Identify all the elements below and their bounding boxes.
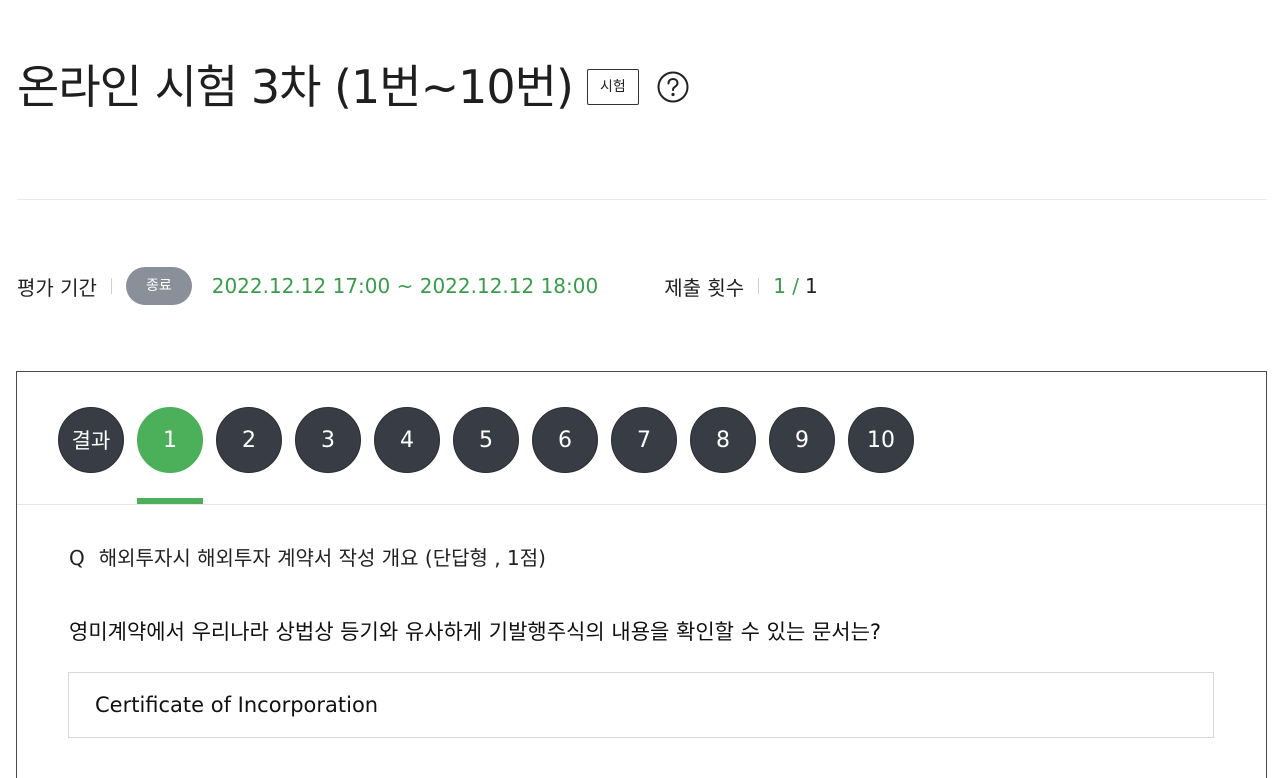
separator (758, 278, 760, 294)
period-label: 평가 기간 (17, 275, 97, 300)
answer-field[interactable]: Certificate of Incorporation (68, 672, 1214, 738)
question-title: Q 해외투자시 해외투자 계약서 작성 개요 (단답형 , 1점) (69, 542, 546, 571)
tab-question-9[interactable]: 9 (769, 407, 835, 473)
tab-question-7[interactable]: 7 (611, 407, 677, 473)
question-panel: 결과 1 2 3 4 5 6 7 8 9 10 Q 해외투자시 해외투자 계약서 … (16, 371, 1267, 778)
page-header: 온라인 시험 3차 (1번~10번) 시험 (17, 52, 689, 122)
tab-question-3[interactable]: 3 (295, 407, 361, 473)
submit-count-label: 제출 횟수 (664, 275, 745, 300)
tab-question-5[interactable]: 5 (453, 407, 519, 473)
question-circle-icon[interactable] (657, 71, 689, 103)
header-divider (17, 199, 1267, 200)
status-badge: 종료 (125, 267, 192, 305)
tab-question-2[interactable]: 2 (216, 407, 282, 473)
active-tab-indicator (137, 498, 203, 504)
tab-question-4[interactable]: 4 (374, 407, 440, 473)
tab-question-1[interactable]: 1 (137, 407, 203, 473)
separator (110, 278, 112, 294)
question-prefix: Q (69, 546, 85, 570)
tab-result[interactable]: 결과 (58, 407, 124, 473)
submit-count-current: 1 / (773, 274, 800, 298)
exam-type-badge: 시험 (586, 69, 639, 105)
question-tabs: 결과 1 2 3 4 5 6 7 8 9 10 (17, 372, 1266, 505)
tab-question-6[interactable]: 6 (532, 407, 598, 473)
question-title-text: 해외투자시 해외투자 계약서 작성 개요 (단답형 , 1점) (98, 546, 546, 570)
question-body: 영미계약에서 우리나라 상법상 등기와 유사하게 기발행주식의 내용을 확인할 … (69, 620, 882, 644)
tab-question-8[interactable]: 8 (690, 407, 756, 473)
submit-count-total: 1 (805, 274, 818, 298)
tab-question-10[interactable]: 10 (848, 407, 914, 473)
answer-text: Certificate of Incorporation (95, 693, 379, 717)
exam-info-row: 평가 기간 종료 2022.12.12 17:00 ~ 2022.12.12 1… (17, 266, 818, 306)
page-title: 온라인 시험 3차 (1번~10번) (17, 60, 574, 114)
period-value: 2022.12.12 17:00 ~ 2022.12.12 18:00 (211, 274, 599, 298)
exam-page: 온라인 시험 3차 (1번~10번) 시험 평가 기간 종료 2022.12.1… (0, 0, 1280, 778)
